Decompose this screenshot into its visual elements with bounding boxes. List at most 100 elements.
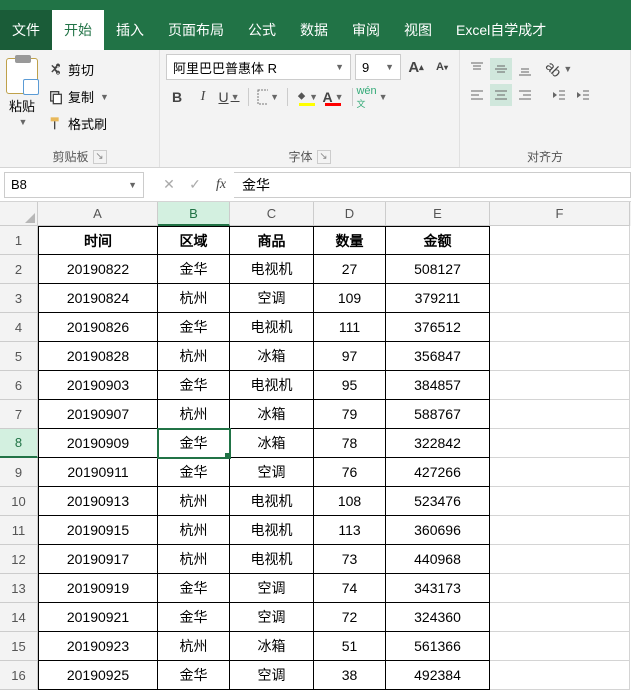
cell-E11[interactable]: 360696 [386, 516, 490, 545]
cell-C4[interactable]: 电视机 [230, 313, 314, 342]
phonetic-button[interactable]: wén文▼ [361, 86, 383, 108]
cell-D3[interactable]: 109 [314, 284, 386, 313]
cell-F14[interactable] [490, 603, 630, 632]
tab-review[interactable]: 审阅 [340, 10, 392, 50]
cell-F4[interactable] [490, 313, 630, 342]
tab-insert[interactable]: 插入 [104, 10, 156, 50]
font-dialog-icon[interactable]: ↘ [317, 150, 331, 164]
row-header-15[interactable]: 15 [0, 632, 38, 661]
cell-A3[interactable]: 20190824 [38, 284, 158, 313]
tab-formula[interactable]: 公式 [236, 10, 288, 50]
cell-A5[interactable]: 20190828 [38, 342, 158, 371]
cell-B4[interactable]: 金华 [158, 313, 230, 342]
tab-data[interactable]: 数据 [288, 10, 340, 50]
cell-F12[interactable] [490, 545, 630, 574]
align-top-button[interactable] [466, 58, 488, 80]
cell-E7[interactable]: 588767 [386, 400, 490, 429]
col-header-C[interactable]: C [230, 202, 314, 226]
cell-D13[interactable]: 74 [314, 574, 386, 603]
cell-D10[interactable]: 108 [314, 487, 386, 516]
row-header-16[interactable]: 16 [0, 661, 38, 690]
paste-button[interactable]: 粘贴 ▼ [6, 54, 38, 127]
cell-D2[interactable]: 27 [314, 255, 386, 284]
align-center-button[interactable] [490, 84, 512, 106]
paste-dropdown-icon[interactable]: ▼ [17, 117, 28, 127]
cell-F6[interactable] [490, 371, 630, 400]
cell-D16[interactable]: 38 [314, 661, 386, 690]
font-color-button[interactable]: A▼ [322, 86, 344, 108]
cell-A15[interactable]: 20190923 [38, 632, 158, 661]
row-header-10[interactable]: 10 [0, 487, 38, 516]
cell-B7[interactable]: 杭州 [158, 400, 230, 429]
formula-input[interactable]: 金华 [234, 172, 631, 198]
cell-D7[interactable]: 79 [314, 400, 386, 429]
align-right-button[interactable] [514, 84, 536, 106]
tab-file[interactable]: 文件 [0, 10, 52, 50]
align-middle-button[interactable] [490, 58, 512, 80]
row-header-2[interactable]: 2 [0, 255, 38, 284]
cell-A2[interactable]: 20190822 [38, 255, 158, 284]
cell-A13[interactable]: 20190919 [38, 574, 158, 603]
chevron-down-icon[interactable]: ▼ [98, 92, 109, 102]
fx-button[interactable]: fx [208, 172, 234, 198]
cell-C6[interactable]: 电视机 [230, 371, 314, 400]
row-header-7[interactable]: 7 [0, 400, 38, 429]
cell-E8[interactable]: 322842 [386, 429, 490, 458]
cell-B6[interactable]: 金华 [158, 371, 230, 400]
format-painter-button[interactable]: 格式刷 [44, 112, 113, 135]
cell-E2[interactable]: 508127 [386, 255, 490, 284]
cell-E4[interactable]: 376512 [386, 313, 490, 342]
cell-A12[interactable]: 20190917 [38, 545, 158, 574]
copy-button[interactable]: 复制▼ [44, 85, 113, 108]
row-header-12[interactable]: 12 [0, 545, 38, 574]
underline-button[interactable]: U▼ [218, 86, 240, 108]
row-header-14[interactable]: 14 [0, 603, 38, 632]
cell-B9[interactable]: 金华 [158, 458, 230, 487]
cell-C7[interactable]: 冰箱 [230, 400, 314, 429]
cell-C9[interactable]: 空调 [230, 458, 314, 487]
cell-B1[interactable]: 区域 [158, 226, 230, 255]
cell-D4[interactable]: 111 [314, 313, 386, 342]
row-header-5[interactable]: 5 [0, 342, 38, 371]
cell-D1[interactable]: 数量 [314, 226, 386, 255]
cell-D14[interactable]: 72 [314, 603, 386, 632]
tab-home[interactable]: 开始 [52, 10, 104, 50]
cell-C8[interactable]: 冰箱 [230, 429, 314, 458]
cell-B5[interactable]: 杭州 [158, 342, 230, 371]
cell-D8[interactable]: 78 [314, 429, 386, 458]
col-header-D[interactable]: D [314, 202, 386, 226]
cell-A16[interactable]: 20190925 [38, 661, 158, 690]
row-header-8[interactable]: 8 [0, 429, 38, 458]
increase-indent-button[interactable] [572, 84, 594, 106]
italic-button[interactable]: I [192, 86, 214, 108]
row-header-1[interactable]: 1 [0, 226, 38, 255]
cell-E9[interactable]: 427266 [386, 458, 490, 487]
cell-C10[interactable]: 电视机 [230, 487, 314, 516]
cell-B12[interactable]: 杭州 [158, 545, 230, 574]
row-header-4[interactable]: 4 [0, 313, 38, 342]
col-header-B[interactable]: B [158, 202, 230, 226]
cell-E12[interactable]: 440968 [386, 545, 490, 574]
cell-F15[interactable] [490, 632, 630, 661]
cell-B14[interactable]: 金华 [158, 603, 230, 632]
decrease-indent-button[interactable] [548, 84, 570, 106]
shrink-font-button[interactable]: A▾ [431, 56, 453, 78]
cut-button[interactable]: 剪切 [44, 58, 113, 81]
cell-C14[interactable]: 空调 [230, 603, 314, 632]
cell-D6[interactable]: 95 [314, 371, 386, 400]
cell-E3[interactable]: 379211 [386, 284, 490, 313]
align-bottom-button[interactable] [514, 58, 536, 80]
cell-A9[interactable]: 20190911 [38, 458, 158, 487]
cell-D9[interactable]: 76 [314, 458, 386, 487]
cell-F5[interactable] [490, 342, 630, 371]
cell-C13[interactable]: 空调 [230, 574, 314, 603]
grow-font-button[interactable]: A▴ [405, 56, 427, 78]
cell-F2[interactable] [490, 255, 630, 284]
cell-F7[interactable] [490, 400, 630, 429]
row-header-11[interactable]: 11 [0, 516, 38, 545]
borders-button[interactable]: ▼ [257, 86, 279, 108]
cell-F16[interactable] [490, 661, 630, 690]
col-header-E[interactable]: E [386, 202, 490, 226]
clipboard-dialog-icon[interactable]: ↘ [93, 150, 107, 164]
cell-D15[interactable]: 51 [314, 632, 386, 661]
